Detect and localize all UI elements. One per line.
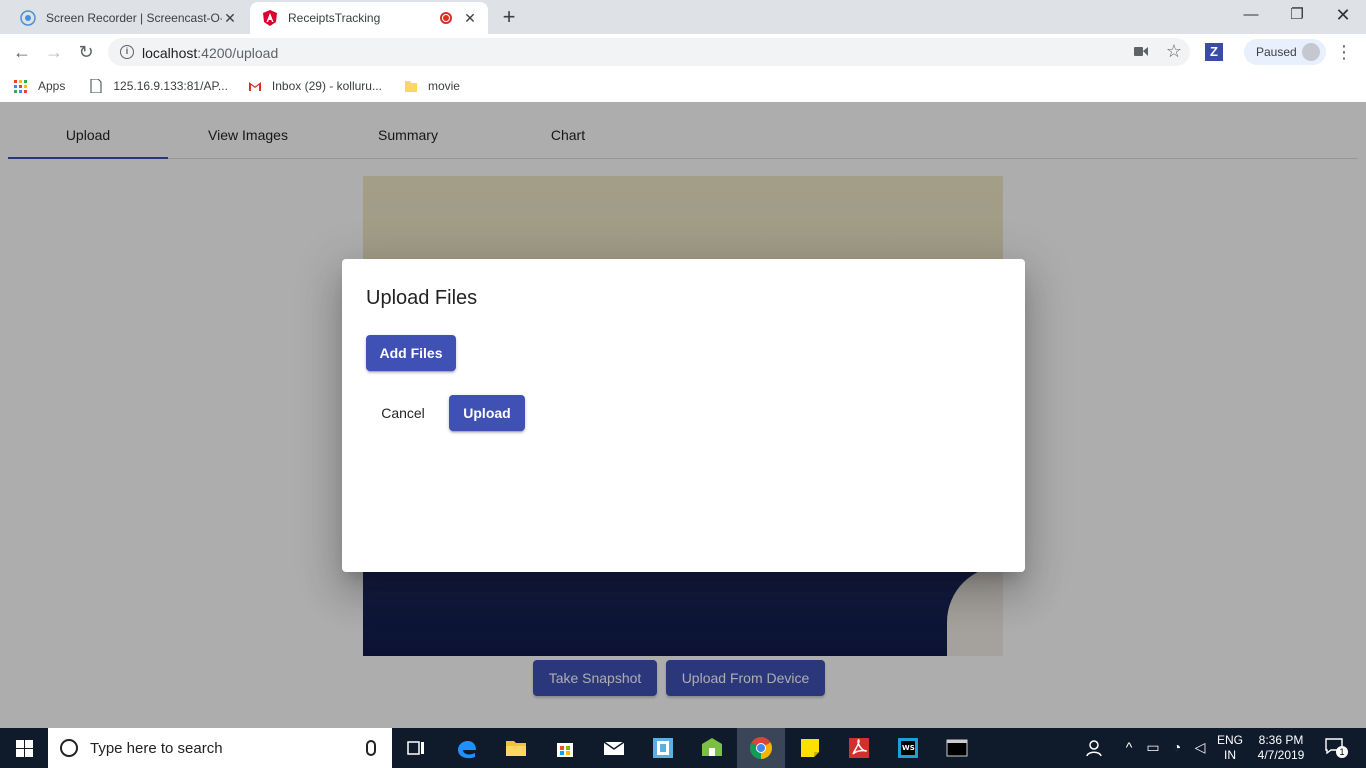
avatar-icon — [1302, 43, 1320, 61]
volume-icon[interactable]: ◁ — [1191, 739, 1209, 756]
close-window-button[interactable]: ✕ — [1320, 0, 1366, 30]
zoom-extension-icon[interactable]: Z — [1205, 43, 1223, 61]
profile-status-label: Paused — [1256, 45, 1297, 59]
svg-text:WS: WS — [902, 744, 915, 752]
show-hidden-icons-icon[interactable]: ^ — [1120, 739, 1138, 755]
url-host: localhost — [142, 45, 198, 61]
edge-browser-icon[interactable] — [455, 736, 479, 760]
region-code: IN — [1224, 748, 1236, 762]
store-icon[interactable] — [553, 736, 577, 760]
close-tab-icon[interactable]: ✕ — [222, 10, 238, 26]
acrobat-icon[interactable] — [847, 736, 871, 760]
back-icon[interactable]: ← — [10, 40, 34, 64]
cortana-icon — [60, 739, 78, 757]
forward-icon[interactable]: → — [42, 40, 66, 64]
page-icon — [90, 79, 102, 93]
browser-tab-receipts-tracking[interactable]: ReceiptsTracking ✕ — [250, 2, 488, 34]
sticky-notes-icon[interactable] — [798, 736, 822, 760]
windows-taskbar: Type here to search WS ^ ▭ ◔ ◁ ENG IN 8:… — [0, 728, 1366, 768]
bookmark-ip-address[interactable]: 125.16.9.133:81/AP... — [89, 79, 228, 93]
reload-icon[interactable]: ↻ — [74, 40, 98, 64]
search-placeholder: Type here to search — [90, 739, 223, 757]
task-view-icon[interactable] — [404, 736, 428, 760]
url-text: localhost:4200/upload — [142, 45, 278, 61]
windows-logo-icon — [15, 739, 33, 757]
apps-grid-icon — [14, 79, 28, 93]
notification-count-badge: 1 — [1336, 746, 1348, 758]
camera-icon[interactable] — [1134, 46, 1148, 57]
wifi-icon[interactable]: ◔ — [1168, 739, 1186, 755]
home-app-icon[interactable] — [700, 736, 724, 760]
browser-tab-title: Screen Recorder | Screencast-O-M — [46, 11, 222, 25]
terminal-icon[interactable] — [945, 736, 969, 760]
file-explorer-icon[interactable] — [504, 736, 528, 760]
more-menu-icon[interactable]: ⋮ — [1334, 40, 1354, 64]
bookmark-star-icon[interactable]: ☆ — [1166, 41, 1182, 62]
battery-icon[interactable]: ▭ — [1144, 739, 1162, 756]
chrome-icon[interactable] — [749, 736, 773, 760]
profile-paused-button[interactable]: Paused — [1244, 39, 1326, 65]
upload-files-dialog: Upload Files Add Files Cancel Upload — [342, 259, 1025, 572]
url-path: :4200/upload — [197, 45, 279, 61]
start-button[interactable] — [0, 728, 48, 768]
bookmark-label: Inbox (29) - kolluru... — [271, 79, 382, 93]
bookmark-label: Apps — [38, 79, 66, 93]
recording-indicator-icon — [440, 12, 452, 24]
bookmark-label: 125.16.9.133:81/AP... — [113, 79, 228, 93]
minimize-button[interactable]: — — [1228, 0, 1274, 30]
address-bar[interactable]: i localhost:4200/upload ☆ — [108, 38, 1190, 66]
clock[interactable]: 8:36 PM 4/7/2019 — [1252, 728, 1310, 768]
dialog-title: Upload Files — [366, 287, 478, 309]
bookmark-apps[interactable]: Apps — [14, 79, 65, 93]
restore-button[interactable]: ❐ — [1274, 0, 1320, 30]
bookmarks-bar: Apps 125.16.9.133:81/AP... Inbox (29) - … — [0, 70, 1366, 102]
folder-icon — [404, 81, 417, 92]
people-icon[interactable] — [1083, 736, 1107, 760]
bookmark-gmail-inbox[interactable]: Inbox (29) - kolluru... — [248, 79, 382, 93]
add-files-button[interactable]: Add Files — [366, 335, 456, 371]
clock-time: 8:36 PM — [1258, 733, 1304, 747]
clock-date: 4/7/2019 — [1257, 748, 1305, 762]
mail-icon[interactable] — [602, 736, 626, 760]
close-tab-icon[interactable]: ✕ — [462, 10, 478, 26]
language-indicator[interactable]: ENG IN — [1214, 728, 1246, 768]
bookmark-movie[interactable]: movie — [404, 79, 460, 93]
screencast-icon — [20, 10, 36, 26]
taskbar-search-box[interactable]: Type here to search — [48, 728, 392, 768]
gmail-icon — [248, 82, 261, 91]
site-info-icon[interactable]: i — [120, 45, 134, 59]
app-icon[interactable] — [651, 736, 675, 760]
new-tab-button[interactable]: + — [498, 6, 520, 28]
cancel-button[interactable]: Cancel — [366, 395, 440, 431]
webstorm-icon[interactable]: WS — [896, 736, 920, 760]
browser-tab-screen-recorder[interactable]: Screen Recorder | Screencast-O-M ✕ — [8, 2, 248, 34]
browser-toolbar: ← → ↻ i localhost:4200/upload ☆ — [0, 34, 1366, 70]
angular-icon — [263, 10, 277, 26]
browser-tab-strip: Screen Recorder | Screencast-O-M ✕ Recei… — [0, 0, 1366, 34]
upload-button[interactable]: Upload — [449, 395, 525, 431]
action-center-button[interactable]: 1 — [1322, 728, 1348, 768]
language-code: ENG — [1216, 733, 1243, 747]
browser-tab-title: ReceiptsTracking — [288, 11, 381, 25]
microphone-icon[interactable] — [366, 740, 376, 756]
bookmark-label: movie — [427, 79, 460, 93]
